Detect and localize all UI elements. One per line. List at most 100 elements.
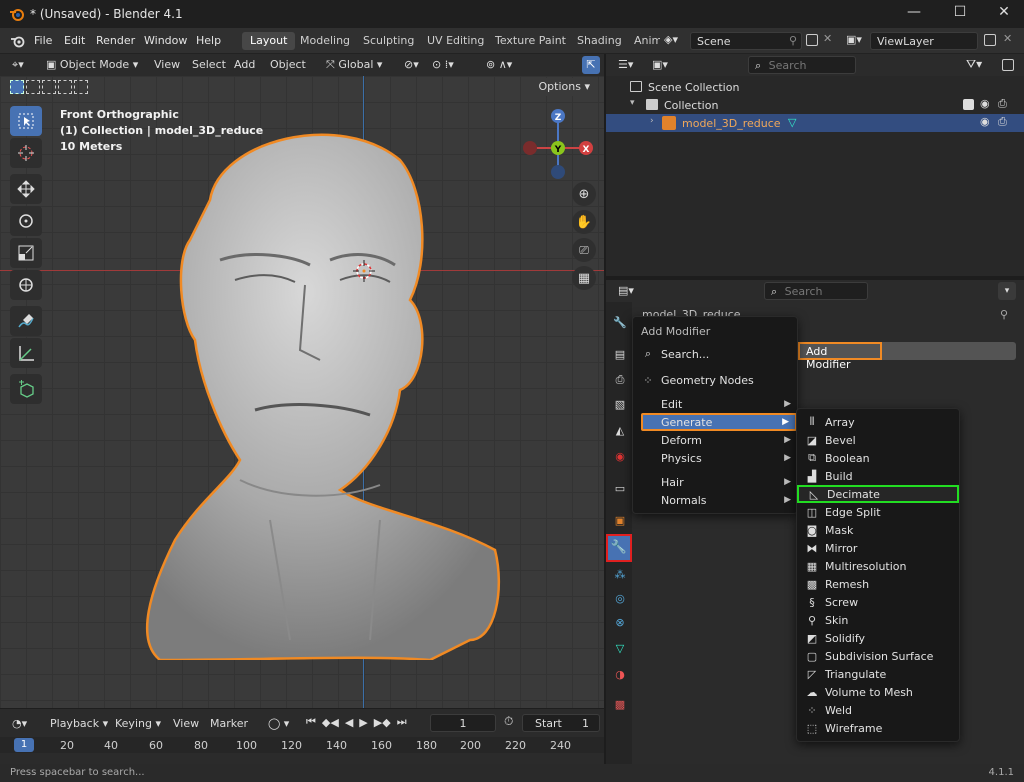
viewlayer-browse-icon[interactable]: ▣▾ (846, 33, 862, 46)
menu-window[interactable]: Window (144, 34, 187, 47)
viewport-menu-object[interactable]: Object (270, 58, 306, 71)
render-camera-icon[interactable]: ⎙ (998, 115, 1007, 129)
properties-editor-icon[interactable]: ▤▾ (618, 284, 634, 297)
menu-item-skin[interactable]: ⚲ Skin (797, 611, 959, 629)
menu-render[interactable]: Render (96, 34, 135, 47)
snap-icon[interactable]: ⊙ ⁞▾ (432, 58, 454, 71)
menu-file[interactable]: File (34, 34, 52, 47)
physics-tab-icon[interactable]: ◎ (610, 588, 630, 608)
measure-tool[interactable] (10, 338, 42, 368)
menu-item-remesh[interactable]: ▩ Remesh (797, 575, 959, 593)
new-viewlayer-icon[interactable] (984, 34, 996, 46)
pan-button[interactable]: ✋ (572, 210, 596, 234)
current-frame-field[interactable]: 1 (430, 714, 496, 732)
scene-tab-icon[interactable]: ◭ (610, 420, 630, 440)
timeline-editor-icon[interactable]: ◔▾ (12, 717, 27, 730)
tab-uv-editing[interactable]: UV Editing (419, 32, 492, 50)
timeline-menu-playback[interactable]: Playback ▾ (50, 717, 108, 730)
start-frame-field[interactable]: Start 1 (522, 714, 600, 732)
menu-item-geometry-nodes[interactable]: ⁘ Geometry Nodes (633, 371, 797, 389)
scene-field[interactable]: Scene ⚲ (690, 32, 802, 50)
select-mode-toggles[interactable] (10, 80, 120, 96)
menu-item-edit[interactable]: Edit ▶ (633, 395, 797, 413)
navigation-gizmo[interactable]: Z Y X (516, 106, 600, 190)
menu-item-subdivision-surface[interactable]: ▢ Subdivision Surface (797, 647, 959, 665)
menu-item-edge-split[interactable]: ◫ Edge Split (797, 503, 959, 521)
menu-item-deform[interactable]: Deform ▶ (633, 431, 797, 449)
jump-start-icon[interactable]: ⏮ (306, 715, 316, 729)
pin-icon[interactable]: ⚲ (789, 34, 797, 47)
play-icon[interactable]: ▶ (359, 716, 367, 729)
delete-scene-icon[interactable]: ✕ (823, 32, 832, 45)
jump-end-icon[interactable]: ⏭ (397, 715, 407, 729)
ortho-toggle-button[interactable]: ▦ (572, 266, 596, 290)
minimize-button[interactable]: — (894, 4, 934, 20)
render-camera-icon[interactable]: ⎙ (998, 97, 1007, 111)
transform-orientation-dropdown[interactable]: ⤧ Global ▾ (326, 58, 382, 72)
tab-animation[interactable]: Anim (626, 32, 660, 50)
mesh-data-icon[interactable]: ▽ (788, 116, 796, 129)
menu-item-mirror[interactable]: ⧓ Mirror (797, 539, 959, 557)
timeline-menu-view[interactable]: View (173, 717, 199, 730)
prev-keyframe-icon[interactable]: ◆◀ (322, 716, 339, 729)
timeline-menu-marker[interactable]: Marker (210, 717, 248, 730)
menu-item-normals[interactable]: Normals ▶ (633, 491, 797, 509)
viewlayer-field[interactable]: ViewLayer (870, 32, 978, 50)
gizmo-toggle-icon[interactable]: ⇱ (582, 56, 600, 74)
menu-item-volume-to-mesh[interactable]: ☁ Volume to Mesh (797, 683, 959, 701)
play-reverse-icon[interactable]: ◀ (345, 716, 353, 729)
texture-tab-icon[interactable]: ▩ (610, 694, 630, 714)
camera-view-button[interactable]: ⎚ (572, 238, 596, 262)
world-tab-icon[interactable]: ◉ (610, 446, 630, 466)
scale-tool[interactable] (10, 238, 42, 268)
output-tab-icon[interactable]: ⎙ (610, 370, 630, 390)
menu-item-build[interactable]: ▟ Build (797, 467, 959, 485)
menu-item-solidify[interactable]: ◩ Solidify (797, 629, 959, 647)
select-invert-icon[interactable] (58, 80, 72, 94)
object-mode-dropdown[interactable]: ▣ Object Mode ▾ (46, 58, 138, 71)
select-box-tool[interactable] (10, 106, 42, 136)
3d-model-bust[interactable] (140, 120, 510, 660)
menu-item-generate[interactable]: Generate ▶ (641, 413, 797, 431)
collection-tab-icon[interactable]: ▭ (610, 478, 630, 498)
menu-help[interactable]: Help (196, 34, 221, 47)
filter-icon[interactable]: ⛛▾ (966, 57, 982, 72)
properties-search-field[interactable]: ⌕ Search (764, 282, 868, 300)
menu-item-multiresolution[interactable]: ▦ Multiresolution (797, 557, 959, 575)
timeline-menu-keying[interactable]: Keying ▾ (115, 717, 161, 730)
auto-keying-icon[interactable]: ◯ ▾ (268, 717, 289, 730)
render-tab-icon[interactable]: ▤ (610, 344, 630, 364)
transform-tool[interactable] (10, 270, 42, 300)
3d-viewport[interactable]: Options ▾ Front Orthographic (1) Collect… (0, 76, 604, 708)
select-intersect-icon[interactable] (74, 80, 88, 94)
options-dropdown[interactable]: Options ▾ (530, 78, 598, 96)
outliner-search-field[interactable]: ⌕ Search (748, 56, 856, 74)
viewport-menu-view[interactable]: View (154, 58, 180, 71)
cursor-tool[interactable] (10, 138, 42, 168)
menu-item-weld[interactable]: ⁘ Weld (797, 701, 959, 719)
data-tab-icon[interactable]: ▽ (610, 638, 630, 658)
editor-type-icon[interactable]: ⌖▾ (12, 58, 24, 72)
menu-item-wireframe[interactable]: ⬚ Wireframe (797, 719, 959, 737)
tab-shading[interactable]: Shading (569, 32, 630, 50)
eye-icon[interactable]: ◉ (980, 97, 990, 110)
new-collection-icon[interactable] (1002, 59, 1014, 71)
viewport-menu-add[interactable]: Add (234, 58, 255, 71)
menu-item-array[interactable]: ⫴ Array (797, 413, 959, 431)
new-scene-icon[interactable] (806, 34, 818, 46)
display-mode-icon[interactable]: ▣▾ (652, 58, 668, 71)
constraints-tab-icon[interactable]: ⊗ (610, 612, 630, 632)
pivot-icon[interactable]: ⊘▾ (404, 58, 419, 71)
delete-viewlayer-icon[interactable]: ✕ (1003, 32, 1012, 45)
tab-texture-paint[interactable]: Texture Paint (487, 32, 574, 50)
outliner-editor-icon[interactable]: ☰▾ (618, 58, 633, 71)
select-subtract-icon[interactable] (42, 80, 56, 94)
menu-item-search[interactable]: ⌕ Search... (633, 345, 797, 363)
view-layer-tab-icon[interactable]: ▧ (610, 394, 630, 414)
current-frame-indicator[interactable]: 1 (14, 738, 34, 752)
menu-item-physics[interactable]: Physics ▶ (633, 449, 797, 467)
select-new-icon[interactable] (10, 80, 24, 94)
menu-item-mask[interactable]: ◙ Mask (797, 521, 959, 539)
menu-item-triangulate[interactable]: ◸ Triangulate (797, 665, 959, 683)
menu-item-decimate[interactable]: ◺ Decimate (797, 485, 959, 503)
